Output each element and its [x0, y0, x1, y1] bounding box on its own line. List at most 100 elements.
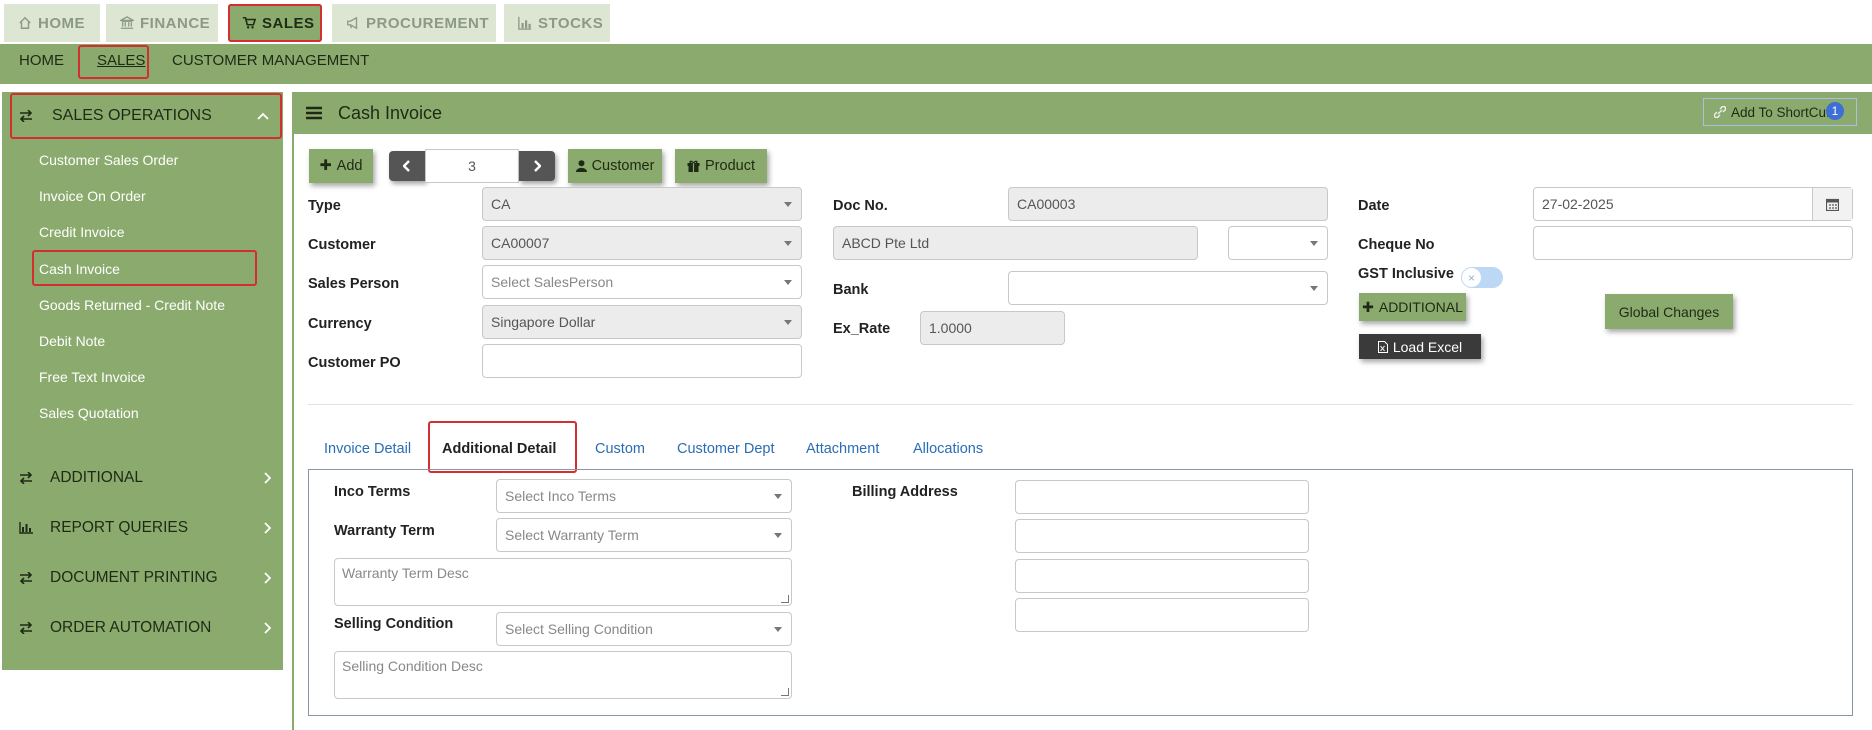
subnav-home[interactable]: HOME	[19, 52, 64, 69]
customer-name-value: ABCD Pte Ltd	[842, 235, 930, 251]
add-button-label: Add	[336, 158, 363, 174]
doc-no-label: Doc No.	[833, 198, 888, 214]
sidebar-section-order-automation[interactable]: ORDER AUTOMATION	[2, 608, 283, 648]
top-tab-procurement[interactable]: PROCUREMENT	[332, 4, 496, 42]
caret-down-icon	[784, 202, 792, 207]
billing-address-line-3[interactable]	[1015, 559, 1309, 593]
sidebar-item-goods-returned[interactable]: Goods Returned - Credit Note	[39, 297, 225, 313]
customer-button-label: Customer	[591, 158, 655, 174]
customer-name-input[interactable]: ABCD Pte Ltd	[833, 226, 1198, 260]
additional-button[interactable]: ✚ ADDITIONAL	[1359, 293, 1466, 321]
subnav-customer-management[interactable]: CUSTOMER MANAGEMENT	[172, 52, 369, 69]
chevron-right-icon	[263, 522, 271, 534]
bank-icon	[120, 16, 134, 30]
shortcut-badge: 1	[1826, 102, 1844, 120]
sidebar-section-label: REPORT QUERIES	[50, 519, 189, 536]
date-input[interactable]: 27-02-2025	[1533, 187, 1853, 221]
top-tab-stocks[interactable]: STOCKS	[504, 4, 610, 42]
ex-rate-input[interactable]: 1.0000	[920, 311, 1065, 345]
product-button[interactable]: Product	[675, 149, 767, 183]
add-button[interactable]: ✚ Add	[309, 149, 373, 183]
billing-address-label: Billing Address	[852, 484, 958, 500]
selling-condition-placeholder: Select Selling Condition	[505, 621, 653, 637]
tab-custom[interactable]: Custom	[595, 441, 645, 457]
ex-rate-label: Ex_Rate	[833, 321, 891, 337]
chevron-left-icon	[403, 160, 411, 172]
customer-address-select[interactable]	[1228, 226, 1328, 260]
customer-select[interactable]: CA00007	[482, 226, 802, 260]
gst-inclusive-toggle[interactable]: ×	[1461, 267, 1503, 288]
gift-icon	[687, 160, 700, 172]
add-to-shortcut-button[interactable]: Add To ShortCut 1	[1703, 98, 1857, 126]
sidebar-item-invoice-on-order[interactable]: Invoice On Order	[39, 188, 146, 204]
tab-attachment[interactable]: Attachment	[806, 441, 879, 457]
top-tab-home[interactable]: HOME	[4, 4, 100, 42]
top-tab-label: STOCKS	[538, 14, 604, 32]
inco-terms-select[interactable]: Select Inco Terms	[496, 479, 792, 513]
link-icon	[1714, 106, 1726, 118]
exchange-icon	[2, 622, 50, 634]
billing-address-line-4[interactable]	[1015, 598, 1309, 632]
excel-file-icon	[1377, 340, 1388, 353]
sidebar-item-debit-note[interactable]: Debit Note	[39, 333, 105, 349]
previous-record-button[interactable]	[389, 151, 425, 181]
doc-no-input[interactable]: CA00003	[1008, 187, 1328, 221]
sidebar-item-free-text-invoice[interactable]: Free Text Invoice	[39, 369, 145, 385]
cheque-no-input[interactable]	[1533, 226, 1853, 260]
type-select[interactable]: CA	[482, 187, 802, 221]
ex-rate-value: 1.0000	[929, 320, 972, 336]
cart-icon	[242, 16, 256, 30]
warranty-term-select[interactable]: Select Warranty Term	[496, 518, 792, 552]
customer-label: Customer	[308, 237, 376, 253]
top-tab-label: SALES	[262, 14, 315, 32]
plus-icon: ✚	[319, 158, 332, 174]
sidebar-section-label: ADDITIONAL	[50, 469, 144, 486]
currency-select[interactable]: Singapore Dollar	[482, 305, 802, 339]
tab-customer-dept[interactable]: Customer Dept	[677, 441, 775, 457]
sidebar-item-credit-invoice[interactable]: Credit Invoice	[39, 224, 125, 240]
resize-grip-icon[interactable]	[781, 688, 789, 696]
caret-down-icon	[1310, 286, 1318, 291]
billing-address-line-1[interactable]	[1015, 480, 1309, 514]
sidebar-item-sales-quotation[interactable]: Sales Quotation	[39, 405, 139, 421]
global-changes-label: Global Changes	[1618, 303, 1720, 320]
billing-address-line-2[interactable]	[1015, 519, 1309, 553]
selling-condition-select[interactable]: Select Selling Condition	[496, 612, 792, 646]
customer-po-input[interactable]	[482, 344, 802, 378]
caret-down-icon	[774, 494, 782, 499]
warranty-term-placeholder: Select Warranty Term	[505, 527, 639, 543]
page-title: Cash Invoice	[338, 103, 443, 123]
caret-down-icon	[774, 533, 782, 538]
top-tab-sales[interactable]: SALES	[228, 4, 322, 42]
warranty-term-label: Warranty Term	[334, 523, 435, 539]
sidebar-section-report-queries[interactable]: REPORT QUERIES	[2, 508, 283, 548]
sidebar-item-customer-sales-order[interactable]: Customer Sales Order	[39, 152, 178, 168]
bank-select[interactable]	[1008, 271, 1328, 305]
load-excel-button[interactable]: Load Excel	[1359, 334, 1481, 359]
calendar-icon[interactable]	[1812, 188, 1852, 220]
warranty-term-desc-placeholder: Warranty Term Desc	[342, 565, 469, 581]
shortcut-label: Add To ShortCut	[1731, 104, 1830, 120]
next-record-button[interactable]	[519, 151, 555, 181]
caret-down-icon	[784, 280, 792, 285]
load-excel-label: Load Excel	[1392, 338, 1463, 355]
top-tab-finance[interactable]: FINANCE	[106, 4, 218, 42]
salesperson-select[interactable]: Select SalesPerson	[482, 265, 802, 299]
chevron-right-icon	[533, 160, 541, 172]
global-changes-button[interactable]: Global Changes	[1605, 294, 1733, 329]
selling-condition-desc-textarea[interactable]: Selling Condition Desc	[334, 651, 792, 699]
customer-button[interactable]: Customer	[568, 149, 662, 183]
type-value: CA	[491, 196, 511, 212]
record-number: 3	[468, 158, 476, 174]
tab-allocations[interactable]: Allocations	[913, 441, 983, 457]
sidebar-section-document-printing[interactable]: DOCUMENT PRINTING	[2, 558, 283, 598]
hamburger-icon[interactable]	[306, 106, 322, 120]
page-header	[292, 92, 1872, 134]
warranty-term-desc-textarea[interactable]: Warranty Term Desc	[334, 558, 792, 606]
customer-po-label: Customer PO	[308, 355, 401, 371]
tab-invoice-detail[interactable]: Invoice Detail	[324, 441, 411, 457]
megaphone-icon	[346, 16, 360, 30]
record-number-input[interactable]: 3	[425, 149, 519, 183]
resize-grip-icon[interactable]	[781, 595, 789, 603]
sidebar-section-additional[interactable]: ADDITIONAL	[2, 458, 283, 498]
